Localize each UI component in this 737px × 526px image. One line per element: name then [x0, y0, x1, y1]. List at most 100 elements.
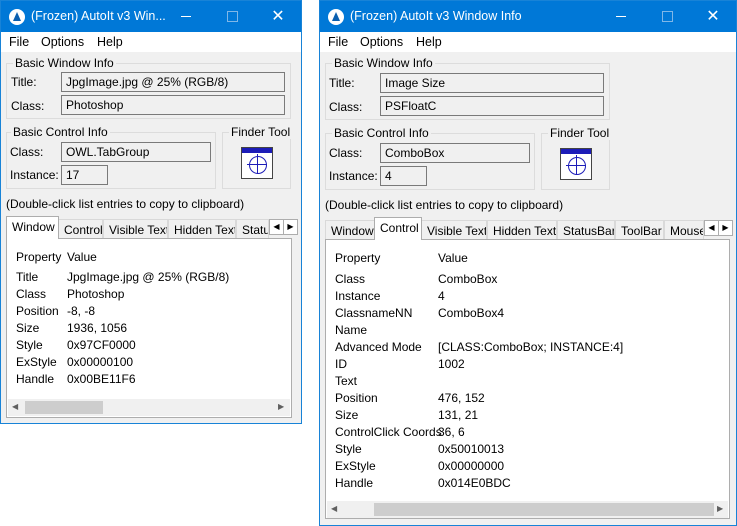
scroll-right-icon[interactable]: ▶	[278, 402, 284, 411]
scroll-left-icon[interactable]: ◀	[12, 402, 18, 411]
list-item-property[interactable]: Position	[16, 304, 59, 318]
list-item-value[interactable]: -8, -8	[67, 304, 95, 318]
list-item-property[interactable]: ControlClick Coords	[335, 425, 442, 439]
tab-scroll-left[interactable]: ◀	[269, 219, 284, 235]
tab-hidden-text[interactable]: Hidden Text	[487, 220, 557, 240]
tab-statusbar[interactable]: StatusBar	[557, 220, 615, 240]
menu-file[interactable]: File	[9, 35, 29, 49]
list-item-property[interactable]: Advanced Mode	[335, 340, 422, 354]
list-item-value[interactable]: Photoshop	[67, 287, 124, 301]
class-field[interactable]: PSFloatC	[380, 96, 604, 116]
maximize-button[interactable]	[209, 1, 255, 32]
menu-options[interactable]: Options	[41, 35, 84, 49]
menubar: File Options Help	[1, 32, 301, 52]
menu-file[interactable]: File	[328, 35, 348, 49]
list-item-property[interactable]: Style	[335, 442, 362, 456]
list-header-property[interactable]: Property	[16, 250, 61, 264]
instance-field[interactable]: 17	[61, 165, 108, 185]
instance-field[interactable]: 4	[380, 166, 427, 186]
list-item-property[interactable]: Handle	[335, 476, 373, 490]
tab-scroll-right[interactable]: ▶	[718, 220, 733, 236]
list-header-value[interactable]: Value	[438, 251, 468, 265]
close-button[interactable]: ✕	[690, 1, 736, 32]
list-item-property[interactable]: Handle	[16, 372, 54, 386]
class-field[interactable]: ComboBox	[380, 143, 530, 163]
list-item-property[interactable]: Text	[335, 374, 357, 388]
right-titlebar[interactable]: (Frozen) AutoIt v3 Window Info ✕	[320, 1, 736, 32]
left-titlebar[interactable]: (Frozen) AutoIt v3 Win... ✕	[1, 1, 301, 32]
list-item-property[interactable]: Class	[16, 287, 46, 301]
tab-control[interactable]: Control	[58, 219, 103, 239]
list-item-property[interactable]: Position	[335, 391, 378, 405]
list-item-value[interactable]: [CLASS:ComboBox; INSTANCE:4]	[438, 340, 623, 354]
horizontal-scrollbar[interactable]: ◀ ▶	[8, 399, 290, 416]
list-item-value[interactable]: 0x97CF0000	[67, 338, 136, 352]
finder-crosshair-icon[interactable]	[241, 147, 273, 179]
list-item-property[interactable]: Name	[335, 323, 367, 337]
maximize-icon	[226, 11, 238, 23]
tab-control[interactable]: Control	[374, 217, 422, 240]
horizontal-scrollbar[interactable]: ◀ ▶	[327, 501, 728, 518]
tab-statusbar[interactable]: Statu	[236, 219, 269, 239]
list-item-value[interactable]: 0x50010013	[438, 442, 504, 456]
property-list[interactable]: Property Value Class ComboBox Instance 4…	[325, 239, 730, 519]
menu-options[interactable]: Options	[360, 35, 403, 49]
finder-crosshair-icon[interactable]	[560, 148, 592, 180]
tab-mouse[interactable]: Mouse	[664, 220, 704, 240]
tab-visible-text[interactable]: Visible Text	[103, 219, 168, 239]
scrollbar-thumb[interactable]	[374, 503, 714, 516]
scroll-left-icon[interactable]: ◀	[331, 504, 337, 513]
list-item-value[interactable]: ComboBox4	[438, 306, 504, 320]
basic-window-info-group: Basic Window Info Title: JpgImage.jpg @ …	[6, 56, 291, 119]
property-list[interactable]: Property Value Title JpgImage.jpg @ 25% …	[6, 238, 292, 418]
list-header-value[interactable]: Value	[67, 250, 97, 264]
list-item-value[interactable]: 131, 21	[438, 408, 478, 422]
class-field[interactable]: OWL.TabGroup	[61, 142, 211, 162]
minimize-button[interactable]	[163, 1, 209, 32]
tab-toolbar[interactable]: ToolBar	[615, 220, 664, 240]
list-item-value[interactable]: 0x014E0BDC	[438, 476, 511, 490]
maximize-button[interactable]	[644, 1, 690, 32]
tab-hidden-text[interactable]: Hidden Text	[168, 219, 236, 239]
list-item-property[interactable]: Title	[16, 270, 38, 284]
menubar: File Options Help	[320, 32, 736, 52]
class-field[interactable]: Photoshop	[61, 95, 285, 115]
list-item-property[interactable]: ClassnameNN	[335, 306, 412, 320]
list-header-property[interactable]: Property	[335, 251, 380, 265]
menu-help[interactable]: Help	[97, 35, 123, 49]
list-item-property[interactable]: Class	[335, 272, 365, 286]
list-item-property[interactable]: ID	[335, 357, 347, 371]
title-field[interactable]: Image Size	[380, 73, 604, 93]
scroll-right-icon[interactable]: ▶	[717, 504, 723, 513]
tab-scroll-left[interactable]: ◀	[704, 220, 719, 236]
list-item-value[interactable]: 1002	[438, 357, 465, 371]
tab-visible-text[interactable]: Visible Text	[421, 220, 487, 240]
close-button[interactable]: ✕	[255, 1, 301, 32]
minimize-button[interactable]	[598, 1, 644, 32]
tab-window[interactable]: Window	[325, 220, 375, 240]
list-item-property[interactable]: Instance	[335, 289, 380, 303]
list-item-value[interactable]: 1936, 1056	[67, 321, 127, 335]
scrollbar-thumb[interactable]	[25, 401, 103, 414]
list-item-property[interactable]: Style	[16, 338, 43, 352]
tab-scroll-right[interactable]: ▶	[283, 219, 298, 235]
menu-help[interactable]: Help	[416, 35, 442, 49]
list-item-value[interactable]: 0x00BE11F6	[67, 372, 136, 386]
list-item-value[interactable]: 0x00000000	[438, 459, 504, 473]
tab-window[interactable]: Window	[6, 216, 59, 239]
list-item-value[interactable]: 0x00000100	[67, 355, 133, 369]
list-item-value[interactable]: 36, 6	[438, 425, 465, 439]
copy-hint: (Double-click list entries to copy to cl…	[6, 197, 245, 211]
list-item-property[interactable]: Size	[335, 408, 358, 422]
list-item-value[interactable]: JpgImage.jpg @ 25% (RGB/8)	[67, 270, 229, 284]
scroll-right-icon: ▶	[722, 223, 729, 232]
copy-hint: (Double-click list entries to copy to cl…	[325, 198, 564, 212]
list-item-value[interactable]: 4	[438, 289, 445, 303]
list-item-property[interactable]: Size	[16, 321, 39, 335]
title-field[interactable]: JpgImage.jpg @ 25% (RGB/8)	[61, 72, 285, 92]
scroll-left-icon: ◀	[708, 223, 715, 232]
list-item-property[interactable]: ExStyle	[16, 355, 57, 369]
list-item-property[interactable]: ExStyle	[335, 459, 376, 473]
list-item-value[interactable]: 476, 152	[438, 391, 485, 405]
list-item-value[interactable]: ComboBox	[438, 272, 497, 286]
